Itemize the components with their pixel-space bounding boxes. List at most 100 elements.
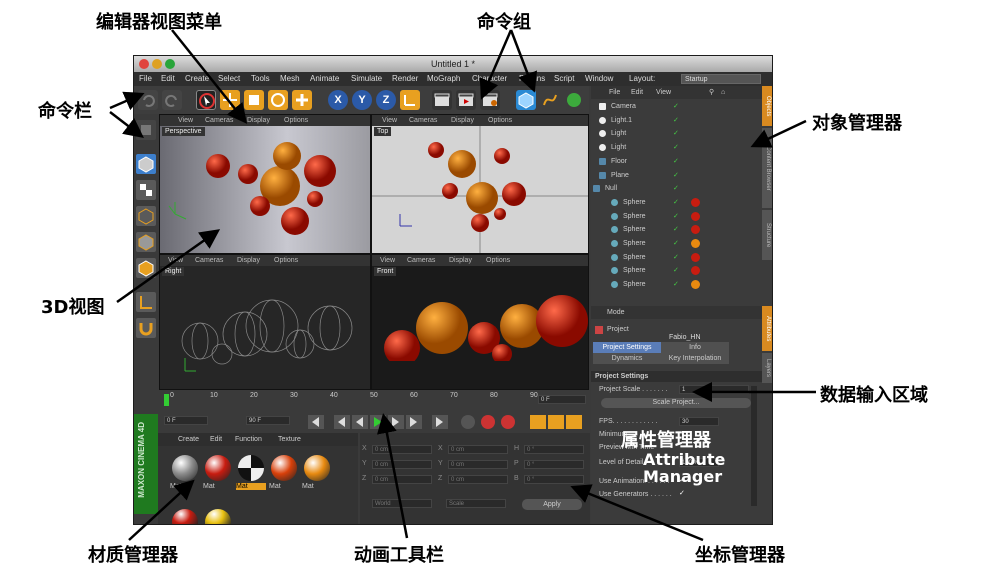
- live-selection-button[interactable]: [196, 90, 216, 110]
- use-generators-checkbox[interactable]: ✓: [679, 489, 685, 497]
- object-row[interactable]: Light.1 ✓: [591, 114, 751, 127]
- timeline-frame-input[interactable]: 0 F: [538, 395, 586, 404]
- menu-window[interactable]: Window: [585, 72, 613, 86]
- viewport-menu-cameras[interactable]: Cameras: [195, 255, 223, 266]
- start-frame-input[interactable]: 0 F: [164, 416, 208, 425]
- minimize-window-icon[interactable]: [152, 59, 162, 69]
- menu-tools[interactable]: Tools: [251, 72, 270, 86]
- menu-mesh[interactable]: Mesh: [280, 72, 300, 86]
- material-menu-texture[interactable]: Texture: [278, 433, 301, 446]
- object-row[interactable]: Camera ✓: [591, 100, 751, 113]
- edges-mode-button[interactable]: [136, 232, 156, 252]
- viewport-menu-view[interactable]: View: [380, 255, 395, 266]
- world-select[interactable]: World: [372, 499, 432, 508]
- object-row[interactable]: Sphere ✓: [591, 237, 751, 250]
- tab-project-settings[interactable]: Project Settings: [593, 342, 661, 353]
- cube-object-button[interactable]: [516, 90, 536, 110]
- menu-edit[interactable]: Edit: [161, 72, 175, 86]
- viewport-menu-view[interactable]: View: [178, 115, 193, 126]
- undo-button[interactable]: [138, 90, 158, 110]
- material-tag-icon[interactable]: [691, 239, 700, 248]
- material-tag-icon[interactable]: [691, 211, 700, 221]
- viewport-right[interactable]: View Cameras Display Options Right: [159, 254, 371, 390]
- render-settings-button[interactable]: [480, 90, 500, 110]
- object-row[interactable]: Floor ✓: [591, 155, 751, 168]
- render-picture-viewer-button[interactable]: [456, 90, 476, 110]
- coordinate-input[interactable]: 0 °: [524, 445, 584, 454]
- coordinate-system-button[interactable]: [400, 90, 420, 110]
- x-axis-button[interactable]: X: [328, 90, 348, 110]
- viewport-menu-cameras[interactable]: Cameras: [205, 115, 233, 126]
- scale-project-button[interactable]: Scale Project...: [601, 398, 751, 408]
- viewport-menu-display[interactable]: Display: [451, 115, 474, 126]
- tab-layers[interactable]: Layers: [762, 353, 772, 383]
- model-mode-button[interactable]: [136, 154, 156, 174]
- texture-mode-button[interactable]: [136, 180, 156, 200]
- coordinate-input[interactable]: 0 °: [524, 460, 584, 469]
- viewport-menu-display[interactable]: Display: [449, 255, 472, 266]
- menu-select[interactable]: Select: [218, 72, 240, 86]
- z-axis-button[interactable]: Z: [376, 90, 396, 110]
- tab-dynamics[interactable]: Dynamics: [593, 353, 661, 364]
- current-frame-marker[interactable]: [164, 394, 169, 406]
- viewport-front[interactable]: View Cameras Display Options Front: [371, 254, 589, 390]
- object-row[interactable]: Plane ✓: [591, 169, 751, 182]
- material-ball[interactable]: [172, 509, 198, 524]
- object-row[interactable]: Light ✓: [591, 141, 751, 154]
- y-axis-button[interactable]: Y: [352, 90, 372, 110]
- object-row[interactable]: Sphere ✓: [591, 251, 751, 264]
- menu-plugins[interactable]: Plugins: [519, 72, 545, 86]
- visibility-check-icon[interactable]: ✓: [673, 237, 679, 250]
- coordinate-input[interactable]: 0 cm: [372, 445, 432, 454]
- material-tag-icon[interactable]: [691, 280, 700, 290]
- object-menu-edit[interactable]: Edit: [631, 86, 643, 99]
- object-row[interactable]: Sphere ✓: [591, 278, 751, 291]
- coordinate-input[interactable]: 0 cm: [372, 475, 432, 484]
- object-menu-file[interactable]: File: [609, 86, 620, 99]
- scale-tool-button[interactable]: [244, 90, 264, 110]
- play-button[interactable]: [370, 415, 384, 429]
- viewport-menu-options[interactable]: Options: [486, 255, 510, 266]
- visibility-check-icon[interactable]: ✓: [673, 182, 679, 195]
- material-menu-create[interactable]: Create: [178, 433, 199, 446]
- axis-mode-button[interactable]: [136, 292, 156, 312]
- visibility-check-icon[interactable]: ✓: [673, 141, 679, 154]
- timeline-ruler[interactable]: 0 10 20 30 40 50 60 70 80 90 0 F: [158, 391, 590, 411]
- recent-tool-button[interactable]: [292, 90, 312, 110]
- search-icon[interactable]: ⚲: [709, 86, 714, 99]
- material-swatch[interactable]: Mat: [302, 453, 332, 491]
- rotate-tool-button[interactable]: [268, 90, 288, 110]
- coordinate-input[interactable]: 0 cm: [448, 475, 508, 484]
- visibility-check-icon[interactable]: ✓: [673, 127, 679, 140]
- object-row[interactable]: Sphere ✓: [591, 210, 751, 223]
- fps-input[interactable]: 30: [679, 417, 719, 426]
- menu-render[interactable]: Render: [392, 72, 418, 86]
- material-swatch[interactable]: Mat: [269, 453, 299, 491]
- object-row[interactable]: Sphere ✓: [591, 196, 751, 209]
- visibility-check-icon[interactable]: ✓: [673, 223, 679, 236]
- viewport-top[interactable]: View Cameras Display Options Top: [371, 114, 589, 254]
- snap-button[interactable]: [136, 318, 156, 338]
- menu-file[interactable]: File: [139, 72, 152, 86]
- material-tag-icon[interactable]: [691, 197, 700, 207]
- viewport-perspective[interactable]: View Cameras Display Options Perspective: [159, 114, 371, 254]
- viewport-menu-cameras[interactable]: Cameras: [407, 255, 435, 266]
- apply-button[interactable]: Apply: [522, 499, 582, 510]
- move-tool-button[interactable]: [220, 90, 240, 110]
- menu-character[interactable]: Character: [472, 72, 507, 86]
- tab-objects[interactable]: Objects: [762, 86, 772, 126]
- coordinate-input[interactable]: 0 cm: [448, 445, 508, 454]
- attribute-scrollbar[interactable]: [751, 386, 757, 506]
- visibility-check-icon[interactable]: ✓: [673, 169, 679, 182]
- material-swatch[interactable]: Mat: [236, 453, 266, 491]
- coordinate-input[interactable]: 0 cm: [372, 460, 432, 469]
- nurbs-button[interactable]: [564, 90, 584, 110]
- make-editable-button[interactable]: [136, 120, 156, 140]
- coordinate-input[interactable]: 0 cm: [448, 460, 508, 469]
- render-view-button[interactable]: [432, 90, 452, 110]
- redo-button[interactable]: [162, 90, 182, 110]
- visibility-check-icon[interactable]: ✓: [673, 251, 679, 264]
- visibility-check-icon[interactable]: ✓: [673, 278, 679, 291]
- viewport-menu-view[interactable]: View: [382, 115, 397, 126]
- home-icon[interactable]: ⌂: [721, 86, 725, 99]
